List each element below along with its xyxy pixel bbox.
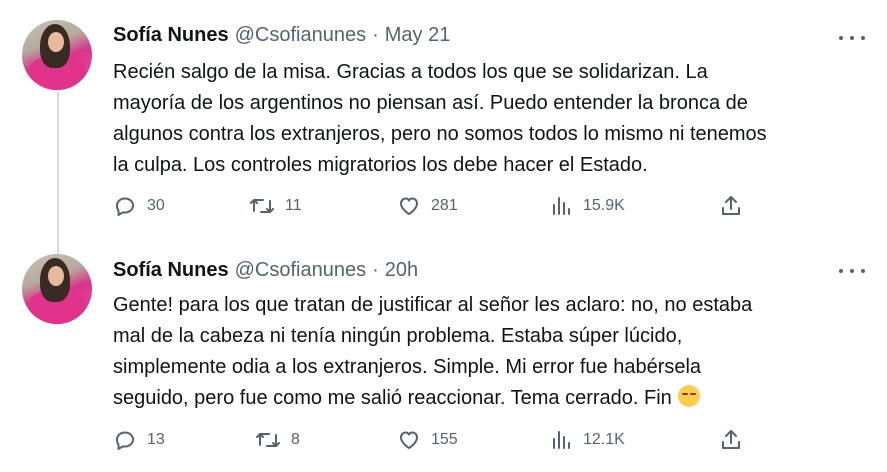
avatar[interactable]: [22, 254, 92, 324]
views-chart-icon: [553, 197, 570, 215]
avatar[interactable]: [22, 20, 92, 90]
tweet-actions: 13 8 155 12.1K: [113, 428, 753, 452]
timestamp[interactable]: 20h: [385, 259, 418, 282]
views-count: 12.1K: [583, 431, 625, 448]
reply-button[interactable]: 30: [113, 194, 165, 218]
display-name[interactable]: Sofía Nunes: [113, 24, 229, 47]
tweet-text: Recién salgo de la misa. Gracias a todos…: [113, 57, 853, 181]
tweet-text-line: simplemente odia a los extranjeros. Simp…: [113, 356, 702, 378]
display-name[interactable]: Sofía Nunes: [113, 259, 229, 282]
like-count: 281: [431, 197, 458, 214]
views-count: 15.9K: [583, 197, 625, 214]
retweet-icon: [250, 199, 274, 213]
tweet-text-line: mal de la cabeza ni tenía ningún problem…: [113, 325, 683, 347]
tweet-header: Sofía Nunes @Csofianunes · May 21: [113, 24, 450, 47]
separator-dot: ·: [372, 259, 379, 281]
share-icon: [722, 196, 740, 215]
tweet-text-line: Gente! para los que tratan de justificar…: [113, 294, 753, 316]
views-button[interactable]: 12.1K: [549, 428, 625, 452]
heart-icon: [400, 197, 418, 215]
tweet-text-line: algunos contra los extranjeros, pero no …: [113, 123, 767, 145]
tweet-text-line: la culpa. Los controles migratorios los …: [113, 154, 648, 176]
like-button[interactable]: 281: [397, 194, 458, 218]
tweet-text-line: Recién salgo de la misa. Gracias a todos…: [113, 61, 708, 83]
like-button[interactable]: 155: [397, 428, 458, 452]
tweet-text-line: seguido, pero fue como me salió reaccion…: [113, 387, 672, 409]
share-button[interactable]: [719, 428, 743, 452]
retweet-button[interactable]: 11: [249, 194, 302, 218]
retweet-count: 11: [285, 197, 302, 214]
more-dots-icon[interactable]: [839, 261, 865, 281]
retweet-count: 8: [291, 431, 300, 448]
like-count: 155: [431, 431, 458, 448]
views-chart-icon: [553, 431, 570, 449]
tweet-actions: 30 11 281 15.9K: [113, 194, 753, 218]
reply-button[interactable]: 13: [113, 428, 165, 452]
tweet-text: Gente! para los que tratan de justificar…: [113, 290, 853, 414]
tweet-text-line-with-emoji: seguido, pero fue como me salió reaccion…: [113, 383, 853, 414]
reply-icon: [116, 197, 134, 216]
retweet-icon: [256, 433, 280, 447]
more-dots-icon[interactable]: [839, 28, 865, 48]
reply-count: 13: [147, 431, 165, 448]
tweet[interactable]: Sofía Nunes @Csofianunes · 20h Gente! pa…: [0, 250, 887, 472]
share-button[interactable]: [719, 194, 743, 218]
user-handle[interactable]: @Csofianunes: [235, 24, 366, 47]
separator-dot: ·: [372, 24, 379, 46]
tweet-header: Sofía Nunes @Csofianunes · 20h: [113, 259, 418, 282]
reply-icon: [116, 431, 134, 450]
user-handle[interactable]: @Csofianunes: [235, 259, 366, 282]
tweet-text-line: mayoría de los argentinos no piensan así…: [113, 92, 748, 114]
heart-icon: [400, 431, 418, 449]
pensive-face-emoji: [677, 385, 700, 407]
tweet-thread: Sofía Nunes @Csofianunes · May 21 Recién…: [0, 0, 887, 472]
share-icon: [722, 430, 740, 449]
views-button[interactable]: 15.9K: [549, 194, 625, 218]
timestamp[interactable]: May 21: [385, 24, 451, 47]
reply-count: 30: [147, 197, 165, 214]
tweet[interactable]: Sofía Nunes @Csofianunes · May 21 Recién…: [0, 0, 887, 250]
retweet-button[interactable]: 8: [255, 428, 300, 452]
